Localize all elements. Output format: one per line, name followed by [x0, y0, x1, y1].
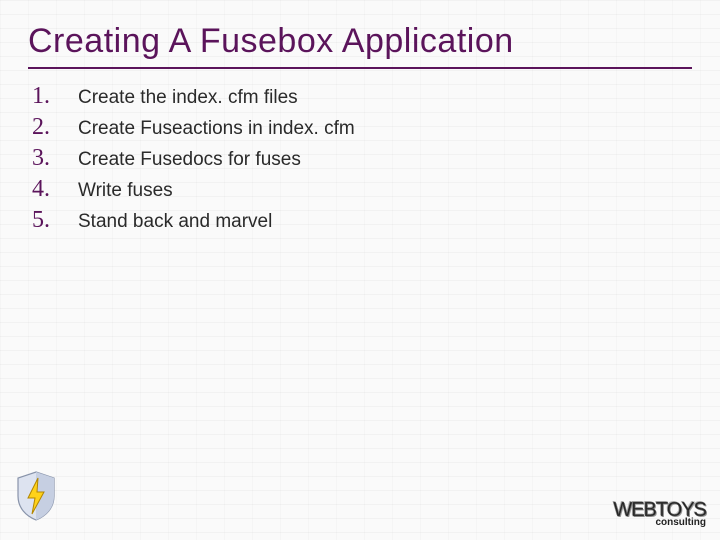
list-item: 1. Create the index. cfm files — [32, 83, 692, 110]
list-number: 2. — [32, 114, 60, 141]
list-number: 4. — [32, 176, 60, 203]
company-logo: WEBTOYS consulting — [613, 500, 706, 528]
page-title: Creating A Fusebox Application — [28, 22, 692, 69]
list-item: 3. Create Fusedocs for fuses — [32, 145, 692, 172]
list-number: 5. — [32, 207, 60, 234]
list-text: Stand back and marvel — [78, 211, 272, 233]
list-item: 5. Stand back and marvel — [32, 207, 692, 234]
ordered-list: 1. Create the index. cfm files 2. Create… — [28, 83, 692, 234]
list-number: 3. — [32, 145, 60, 172]
list-item: 4. Write fuses — [32, 176, 692, 203]
list-text: Write fuses — [78, 180, 173, 202]
list-item: 2. Create Fuseactions in index. cfm — [32, 114, 692, 141]
list-text: Create Fusedocs for fuses — [78, 149, 301, 171]
slide: Creating A Fusebox Application 1. Create… — [0, 0, 720, 234]
lightning-shield-icon — [14, 470, 58, 522]
list-number: 1. — [32, 83, 60, 110]
list-text: Create the index. cfm files — [78, 87, 298, 109]
list-text: Create Fuseactions in index. cfm — [78, 118, 355, 140]
